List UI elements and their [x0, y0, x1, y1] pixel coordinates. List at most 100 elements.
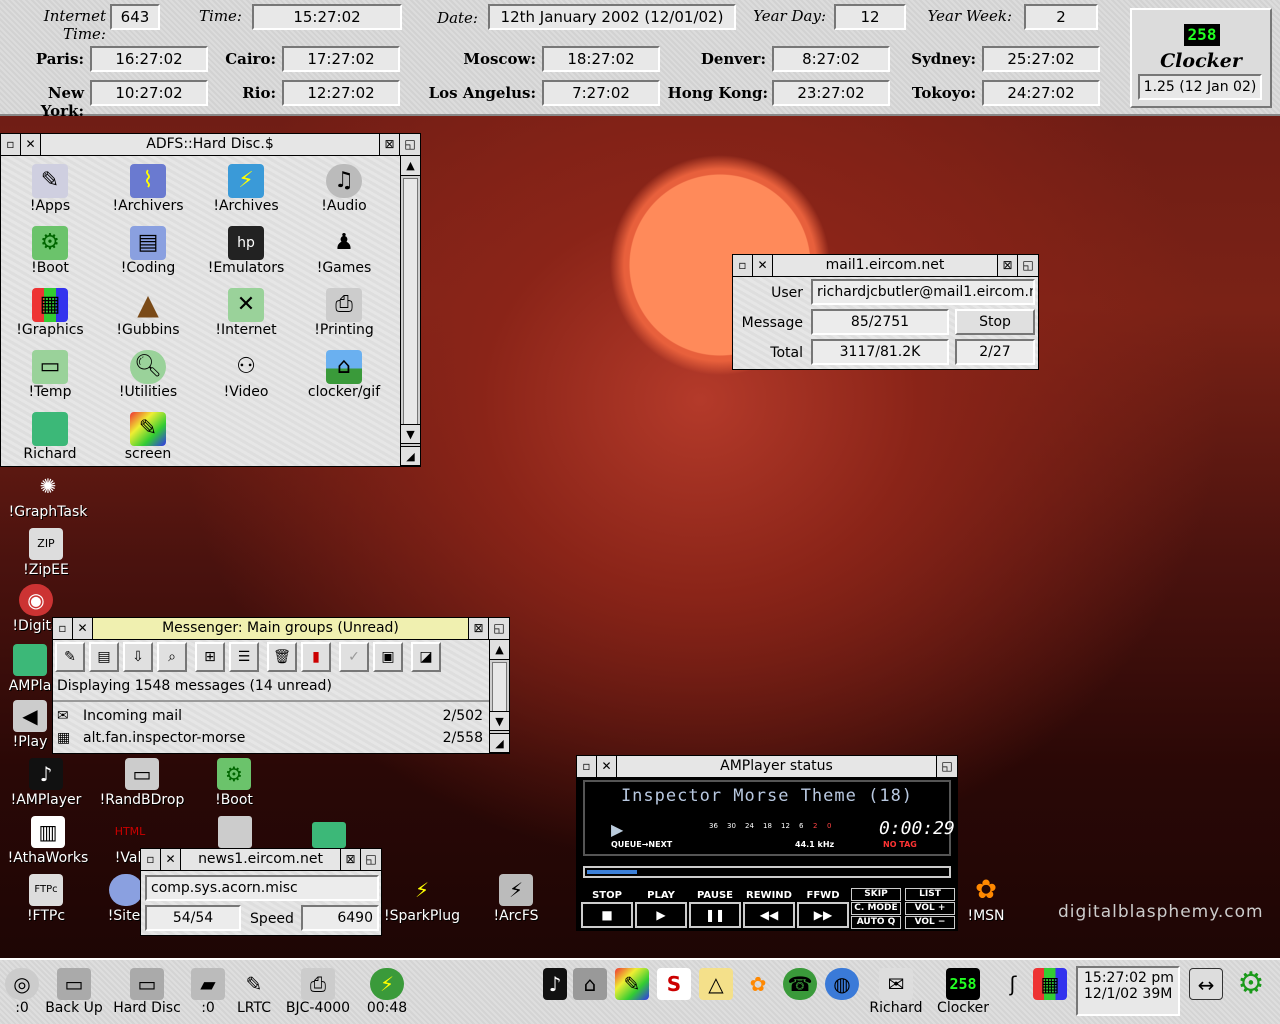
toggle-size-icon[interactable]: ◱ [489, 618, 509, 639]
scroll-down-icon[interactable]: ▼ [401, 424, 420, 444]
iconbar-richard[interactable]: ✉ Richard [866, 968, 926, 1016]
options-icon[interactable]: ▣ [373, 642, 403, 672]
autoq-button[interactable]: AUTO Q [851, 916, 901, 929]
iconise-icon[interactable]: ⊠ [998, 255, 1018, 276]
filer-item[interactable]: ♫ !Audio [295, 162, 393, 222]
list-button[interactable]: LIST [905, 888, 955, 901]
mail-titlebar[interactable]: ▫ ✕ mail1.eircom.net ⊠ ◱ [733, 255, 1038, 277]
toggle-size-icon[interactable]: ◱ [361, 849, 381, 870]
amplayer-window[interactable]: ▫ ✕ AMPlayer status ◱ Inspector Morse Th… [576, 755, 958, 931]
back-icon[interactable]: ▫ [1, 134, 21, 155]
back-icon[interactable]: ▫ [53, 618, 73, 639]
iconise-icon[interactable]: ⊠ [469, 618, 489, 639]
desktop-icon[interactable]: ♪ !AMPlayer [0, 758, 92, 808]
close-icon[interactable]: ✕ [161, 849, 181, 870]
filer-item[interactable]: ▲ !Gubbins [99, 286, 197, 346]
filer-item[interactable]: ✎ screen [99, 410, 197, 470]
desktop-icon[interactable]: FTPc !FTPc [0, 874, 92, 924]
filer-item[interactable]: Richard [1, 410, 99, 470]
search-icon[interactable]: ⌕ [157, 642, 187, 672]
mark-read-icon[interactable]: ✓ [339, 642, 369, 672]
new-group-icon[interactable]: ⊞ [195, 642, 225, 672]
rewind-button[interactable]: ◀◀ [743, 902, 795, 928]
stop-button[interactable]: ■ [581, 902, 633, 928]
toggle-size-icon[interactable]: ◱ [1018, 255, 1038, 276]
back-icon[interactable]: ▫ [577, 756, 597, 777]
resize-icon[interactable]: ◢ [401, 446, 420, 466]
filer-title[interactable]: ADFS::Hard Disc.$ [41, 134, 380, 155]
edit-icon[interactable]: ▤ [89, 642, 119, 672]
iconbar-lrtc[interactable]: ✎ LRTC [232, 968, 276, 1016]
iconbar-stronghelp[interactable]: S [656, 968, 692, 1000]
filer-item[interactable]: ✕ !Internet [197, 286, 295, 346]
iconbar-phone[interactable]: ☎ [782, 968, 818, 1000]
iconbar-window-manager[interactable]: ↔ [1186, 968, 1226, 1000]
filer-item[interactable]: ⚇ !Video [197, 348, 295, 408]
news-titlebar[interactable]: ▫ ✕ news1.eircom.net ⊠ ◱ [141, 849, 381, 871]
filer-item[interactable]: ⎙ !Printing [295, 286, 393, 346]
scroll-thumb[interactable] [403, 178, 418, 428]
ffwd-button[interactable]: ▶▶ [797, 902, 849, 928]
contrast-icon[interactable]: ◪ [411, 642, 441, 672]
desktop-icon[interactable]: ⚙ !Boot [188, 758, 280, 808]
skip-button[interactable]: SKIP [851, 888, 901, 901]
filer-item[interactable]: ▭ !Temp [1, 348, 99, 408]
scroll-down-icon[interactable]: ▼ [490, 711, 509, 731]
stop-button[interactable]: Stop [955, 309, 1035, 335]
filer-item[interactable]: ⌂ clocker/gif [295, 348, 393, 408]
messenger-title[interactable]: Messenger: Main groups (Unread) [93, 618, 469, 639]
play-button[interactable]: ▶ [635, 902, 687, 928]
filer-item[interactable]: hp !Emulators [197, 224, 295, 284]
iconbar-amplayer[interactable]: ♪ [540, 968, 570, 1000]
filer-item[interactable]: ▤ !Coding [99, 224, 197, 284]
close-icon[interactable]: ✕ [597, 756, 617, 777]
desktop-icon[interactable]: ⚡ !ArcFS [470, 874, 562, 924]
iconbar-task-manager[interactable]: ⚙ [1230, 968, 1272, 1000]
vol-down-button[interactable]: VOL − [905, 916, 955, 929]
messenger-window[interactable]: ▫ ✕ Messenger: Main groups (Unread) ⊠ ◱ … [52, 617, 510, 754]
resize-icon[interactable]: ◢ [490, 733, 509, 753]
vol-up-button[interactable]: VOL + [905, 902, 955, 915]
postbox-icon[interactable]: ▮ [301, 642, 331, 672]
back-icon[interactable]: ▫ [733, 255, 753, 276]
desktop-icon[interactable]: ▥ !AthaWorks [2, 816, 94, 866]
iconbar-floppy-0[interactable]: ◎:0 [2, 968, 42, 1016]
pause-button[interactable]: ❚❚ [689, 902, 741, 928]
desktop-icon[interactable]: ⚡ !SparkPlug [376, 874, 468, 924]
bin-icon[interactable]: 🗑︎ [267, 642, 297, 672]
iconbar-globe[interactable]: ◍ [824, 968, 860, 1000]
iconbar-floppy[interactable]: ▰:0 [188, 968, 228, 1016]
iconbar-display[interactable]: ▦ [1030, 968, 1070, 1000]
desktop-icon[interactable]: ✺ !GraphTask [2, 470, 94, 520]
messenger-scrollbar[interactable]: ▲ ▼ ◢ [489, 640, 509, 753]
close-icon[interactable]: ✕ [21, 134, 41, 155]
amplayer-title[interactable]: AMPlayer status [617, 756, 937, 777]
iconise-icon[interactable]: ⊠ [380, 134, 400, 155]
desktop-icon[interactable]: ▭ !RandBDrop [96, 758, 188, 808]
fetch-icon[interactable]: ⇩ [123, 642, 153, 672]
iconbar-harddisc[interactable]: ▭ Hard Disc [112, 968, 182, 1016]
toggle-size-icon[interactable]: ◱ [937, 756, 957, 777]
filer-window[interactable]: ▫ ✕ ADFS::Hard Disc.$ ⊠ ◱ ✎ !Apps ⌇ !Archi… [0, 133, 421, 467]
filer-item[interactable]: ♟ !Games [295, 224, 393, 284]
scroll-up-icon[interactable]: ▲ [490, 640, 509, 660]
iconbar-clock[interactable]: 15:27:02 pm 12/1/02 39M [1076, 966, 1180, 1016]
iconbar-printer[interactable]: ⎙ BJC-4000 [282, 968, 354, 1016]
mail-title[interactable]: mail1.eircom.net [773, 255, 998, 276]
scroll-up-icon[interactable]: ▲ [401, 156, 420, 176]
iconbar-connection[interactable]: ⚡ 00:48 [362, 968, 412, 1016]
compose-icon[interactable]: ✎ [55, 642, 85, 672]
close-icon[interactable]: ✕ [753, 255, 773, 276]
clocker-widget[interactable]: 258 Clocker 1.25 (12 Jan 02) [1130, 8, 1272, 108]
iconbar-msn[interactable]: ✿ [740, 968, 776, 1000]
iconbar-paint[interactable]: ✎ [614, 968, 650, 1000]
filer-item[interactable]: 🔍︎ !Utilities [99, 348, 197, 408]
filer-item[interactable]: ✎ !Apps [1, 162, 99, 222]
close-icon[interactable]: ✕ [73, 618, 93, 639]
iconbar-hook[interactable]: ʃ [996, 968, 1026, 1000]
iconbar-clean[interactable]: ⌂ [572, 968, 608, 1000]
desktop-clean-icon[interactable] [218, 816, 252, 848]
filer-titlebar[interactable]: ▫ ✕ ADFS::Hard Disc.$ ⊠ ◱ [1, 134, 420, 156]
amplayer-titlebar[interactable]: ▫ ✕ AMPlayer status ◱ [577, 756, 957, 778]
iconise-icon[interactable]: ⊠ [341, 849, 361, 870]
